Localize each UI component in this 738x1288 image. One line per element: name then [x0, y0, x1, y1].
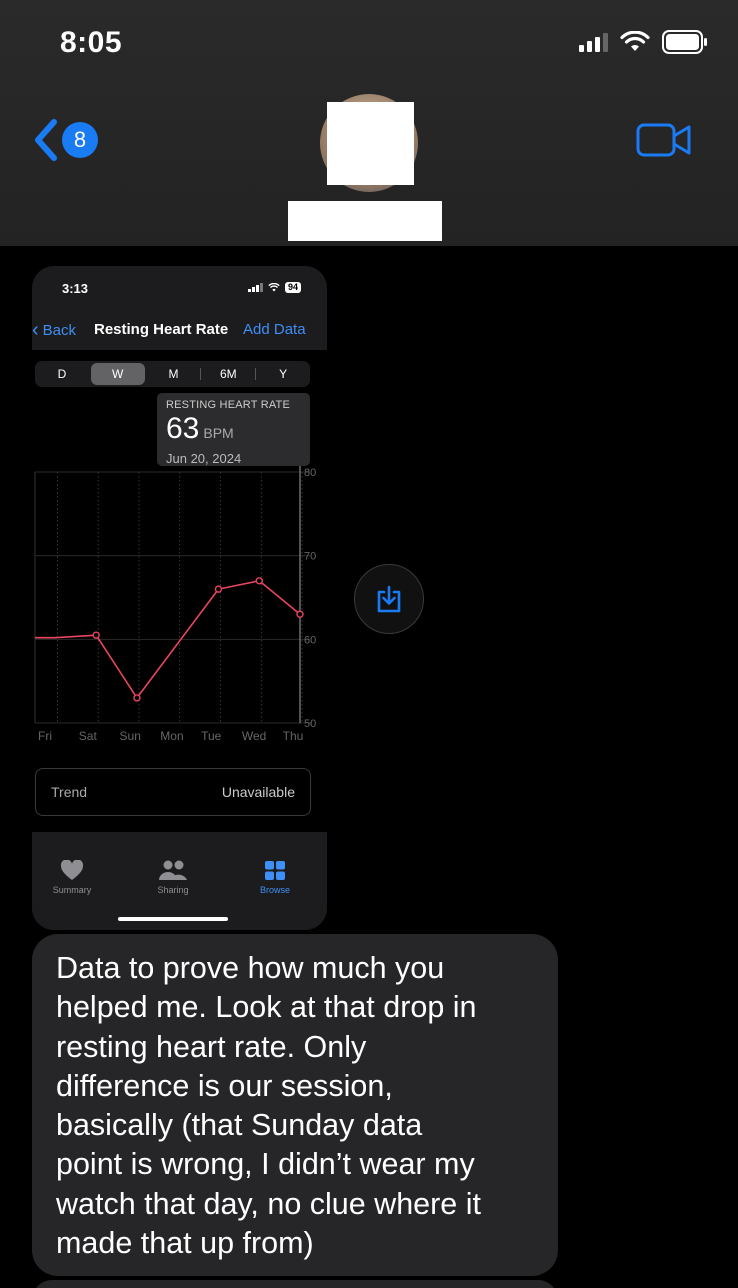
- conversation-header: 8:05 8: [0, 0, 738, 246]
- tab-browse: Browse: [235, 860, 315, 895]
- tooltip-date: Jun 20, 2024: [166, 451, 242, 466]
- message-text: Data to prove how much you helped me. Lo…: [56, 951, 481, 1261]
- attachment-tab-bar: Summary Sharing Browse: [32, 856, 327, 930]
- add-data-link: Add Data: [243, 321, 306, 338]
- image-attachment[interactable]: 3:13 94 ‹ Back Resting Heart Rate Add Da…: [32, 266, 327, 930]
- attachment-chart-area: D W M 6M Y 80 70 60 50 Fri Sat Sun Mon Tue Wed Thu…: [32, 350, 327, 832]
- home-indicator: [118, 917, 228, 921]
- download-icon: [377, 585, 401, 613]
- tooltip-label: RESTING HEART RATE: [166, 399, 291, 411]
- cellular-signal-icon: [248, 283, 263, 292]
- trend-row: Trend Unavailable: [35, 768, 311, 816]
- save-attachment-button[interactable]: [354, 564, 424, 634]
- chart-tooltip: RESTING HEART RATE 63 BPM Jun 20, 2024: [157, 393, 310, 466]
- unread-count-badge: 8: [62, 122, 98, 158]
- attachment-status-icons: 94: [248, 282, 301, 293]
- x-tick-label: Sun: [120, 729, 141, 743]
- trend-value: Unavailable: [221, 784, 295, 800]
- x-tick-label: Fri: [38, 729, 52, 743]
- trend-label: Trend: [51, 784, 88, 800]
- attachment-back-label: Back: [42, 321, 77, 339]
- tab-sharing: Sharing: [133, 860, 213, 895]
- data-point: [255, 577, 263, 585]
- status-time: 8:05: [60, 26, 123, 59]
- cellular-signal-icon: [579, 32, 608, 52]
- status-icons: [579, 30, 708, 54]
- x-tick-label: Mon: [160, 729, 183, 743]
- next-message-bubble[interactable]: [32, 1280, 558, 1288]
- chevron-left-icon: [35, 119, 57, 161]
- tab-summary: Summary: [32, 860, 112, 895]
- data-point: [92, 631, 100, 639]
- data-point: [133, 694, 141, 702]
- tooltip-value: 63: [166, 412, 200, 445]
- facetime-video-button[interactable]: [636, 122, 692, 163]
- attachment-status-bar: 3:13 94: [32, 266, 327, 314]
- wifi-icon: [268, 283, 280, 292]
- y-tick-label: 70: [304, 551, 316, 563]
- tab-sharing-label: Sharing: [157, 885, 189, 895]
- attachment-nav-bar: ‹ Back Resting Heart Rate Add Data: [32, 314, 327, 350]
- x-tick-label: Tue: [201, 729, 222, 743]
- battery-icon: [662, 30, 708, 54]
- y-tick-label: 60: [304, 634, 316, 646]
- chevron-left-icon: ‹: [32, 319, 39, 341]
- wifi-icon: [620, 31, 650, 53]
- redaction-box: [327, 102, 414, 185]
- tooltip-unit: BPM: [203, 425, 234, 441]
- y-tick-label: 50: [304, 718, 316, 730]
- people-icon: [159, 860, 187, 880]
- x-tick-label: Sat: [79, 729, 98, 743]
- data-point: [296, 610, 304, 618]
- attachment-status-time: 3:13: [62, 281, 89, 296]
- grid-icon: [265, 861, 285, 880]
- x-tick-label: Thu: [283, 729, 304, 743]
- video-camera-icon: [636, 123, 691, 157]
- back-button[interactable]: 8: [32, 118, 98, 162]
- attachment-back-button: ‹ Back: [32, 320, 76, 340]
- tab-browse-label: Browse: [259, 885, 290, 895]
- battery-level: 94: [284, 282, 301, 293]
- x-tick-label: Wed: [242, 729, 266, 743]
- message-bubble[interactable]: Data to prove how much you helped me. Lo…: [32, 934, 558, 1276]
- contact-name-redaction: [288, 201, 442, 241]
- attachment-title: Resting Heart Rate: [94, 321, 229, 338]
- tooltip-value-row: 63 BPM: [166, 412, 301, 450]
- y-tick-label: 80: [304, 467, 316, 479]
- data-point: [214, 585, 223, 593]
- tab-summary-label: Summary: [52, 885, 92, 895]
- heart-icon: [60, 860, 84, 880]
